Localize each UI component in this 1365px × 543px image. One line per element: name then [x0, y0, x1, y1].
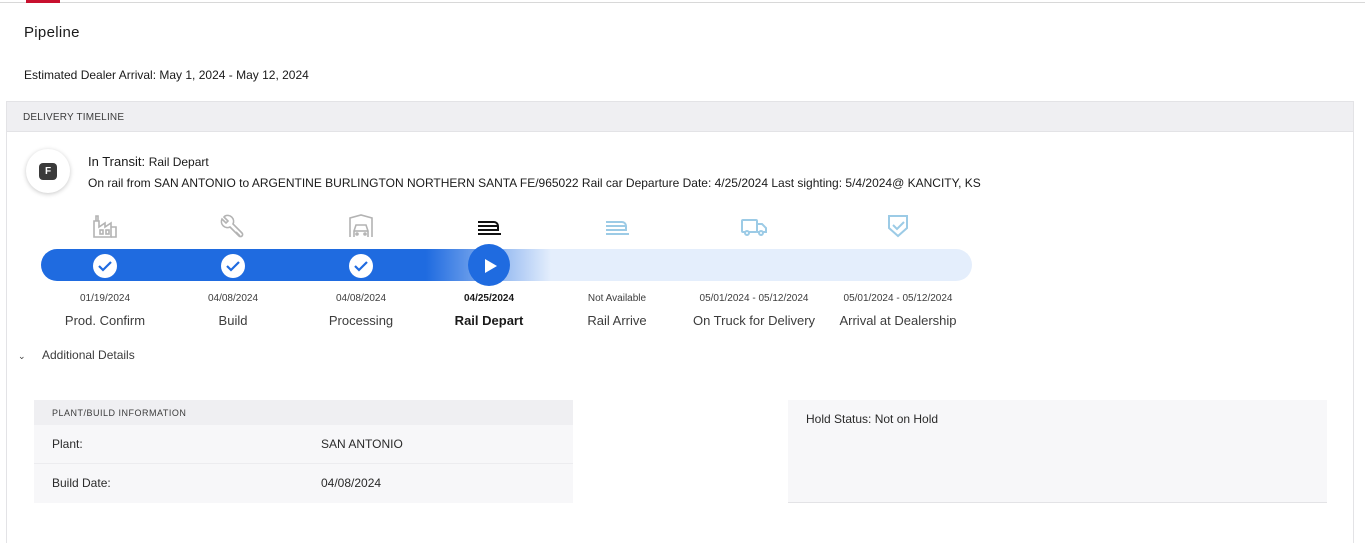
- table-row: Plant: SAN ANTONIO: [34, 425, 573, 464]
- step-label: Prod. Confirm: [64, 313, 146, 328]
- brand-badge: F: [26, 149, 70, 193]
- step-complete-check: [93, 254, 117, 278]
- step-date: 04/25/2024: [463, 293, 515, 304]
- plant-card-header: PLANT/BUILD INFORMATION: [34, 400, 573, 425]
- estimated-arrival: Estimated Dealer Arrival: May 1, 2024 - …: [24, 68, 309, 82]
- step-label: Build: [218, 313, 248, 328]
- status-prefix: In Transit:: [88, 154, 146, 169]
- step-date: 05/01/2024 - 05/12/2024: [699, 293, 809, 304]
- step-date: 05/01/2024 - 05/12/2024: [843, 293, 953, 304]
- status-description: On rail from SAN ANTONIO to ARGENTINE BU…: [88, 176, 981, 190]
- active-tab-indicator: [26, 0, 60, 3]
- step-complete-check: [349, 254, 373, 278]
- step-date: 04/08/2024: [207, 293, 259, 304]
- chevron-down-icon: ⌄: [18, 351, 26, 361]
- status-detail: Rail Depart: [148, 155, 209, 169]
- step-date: 01/19/2024: [79, 293, 131, 304]
- truck-icon: [740, 213, 768, 239]
- wrench-icon: [219, 213, 247, 239]
- row-key: Plant:: [52, 437, 83, 451]
- row-value: SAN ANTONIO: [321, 437, 403, 451]
- plant-build-card: PLANT/BUILD INFORMATION Plant: SAN ANTON…: [34, 400, 573, 503]
- brand-letter: F: [39, 163, 57, 180]
- panel-header: DELIVERY TIMELINE: [7, 102, 1353, 132]
- step-current-play-icon: [468, 244, 510, 286]
- additional-details-toggle[interactable]: ⌄ Additional Details: [18, 348, 135, 362]
- delivery-timeline-panel: DELIVERY TIMELINE F In Transit: Rail Dep…: [6, 101, 1354, 543]
- step-complete-check: [221, 254, 245, 278]
- step-label: Processing: [328, 313, 394, 328]
- hold-status-card: Hold Status: Not on Hold: [788, 400, 1327, 503]
- table-row: Build Date: 04/08/2024: [34, 464, 573, 503]
- status-title: In Transit: Rail Depart: [88, 154, 209, 169]
- shield-check-icon: [884, 213, 912, 239]
- top-divider: [0, 2, 1365, 3]
- step-label: Rail Depart: [454, 313, 524, 328]
- hold-status: Hold Status: Not on Hold: [806, 412, 939, 426]
- step-label: Rail Arrive: [587, 313, 647, 328]
- row-key: Build Date:: [52, 476, 111, 490]
- page-title: Pipeline: [24, 24, 80, 41]
- step-date: 04/08/2024: [335, 293, 387, 304]
- factory-icon: [91, 213, 119, 239]
- step-date: Not Available: [587, 293, 647, 304]
- row-value: 04/08/2024: [321, 476, 382, 490]
- train-icon: [603, 213, 631, 239]
- step-label: Arrival at Dealership: [839, 313, 957, 328]
- car-service-icon: [347, 213, 375, 239]
- train-icon: [475, 213, 503, 239]
- additional-details-label: Additional Details: [42, 348, 135, 362]
- step-label: On Truck for Delivery: [692, 313, 816, 328]
